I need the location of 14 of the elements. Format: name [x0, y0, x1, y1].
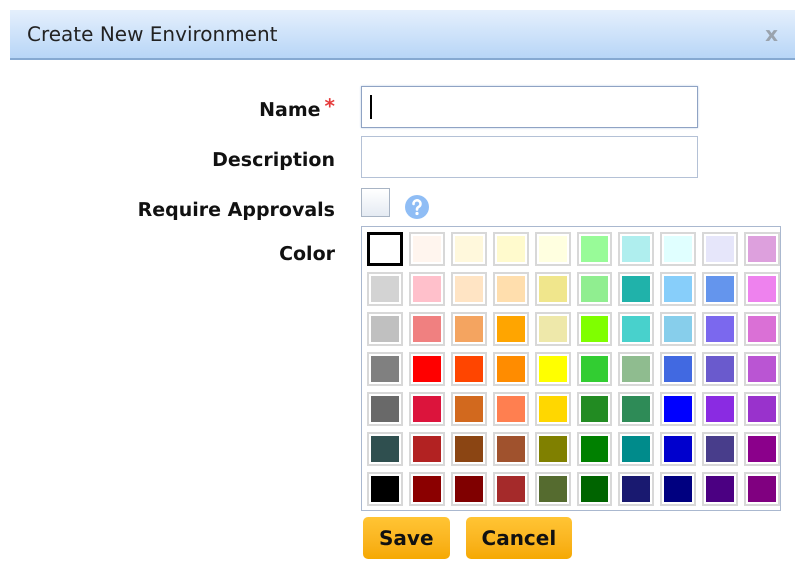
required-mark: *	[324, 96, 335, 116]
help-icon[interactable]	[404, 194, 430, 220]
action-button[interactable]: Cancel	[466, 517, 572, 559]
text-cursor	[370, 95, 372, 119]
field-label: Color	[279, 242, 335, 266]
checkbox[interactable]	[361, 188, 390, 217]
field-label: Name	[259, 98, 321, 122]
action-button[interactable]: Save	[363, 517, 450, 559]
color-swatch[interactable]	[367, 232, 403, 266]
text-field[interactable]	[361, 136, 698, 178]
field-label: Description	[212, 148, 335, 172]
field-label: Require Approvals	[138, 198, 335, 222]
dialog-title: Create New Environment	[27, 21, 278, 48]
text-field[interactable]	[361, 86, 698, 128]
